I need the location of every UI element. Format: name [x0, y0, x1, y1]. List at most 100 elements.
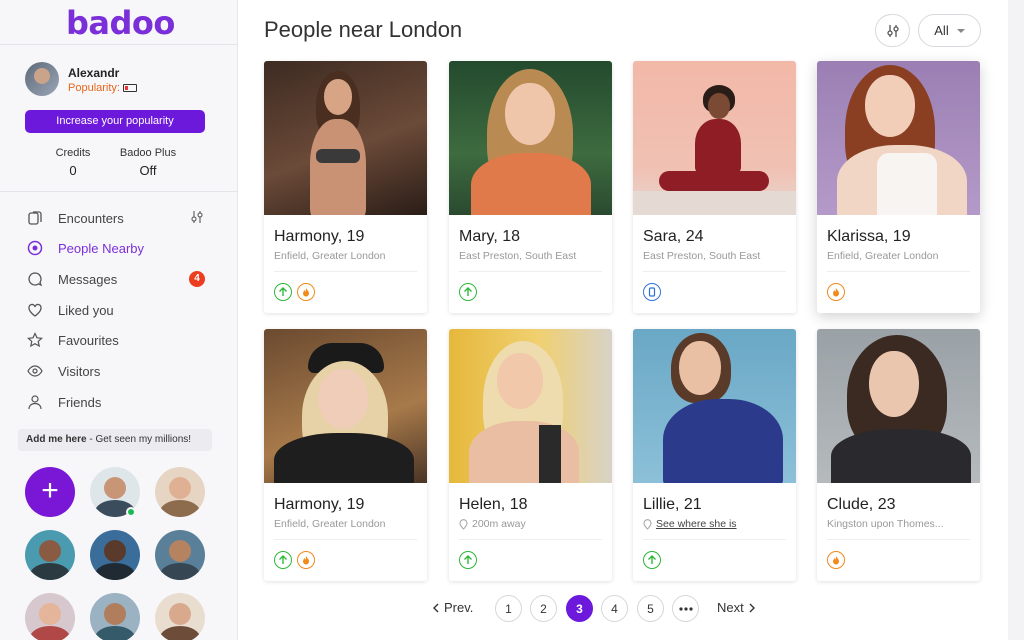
nav-encounters[interactable]: Encounters [26, 206, 211, 230]
page-2-button[interactable]: 2 [530, 595, 557, 622]
profile-photo [817, 61, 980, 215]
more-pages-button[interactable] [672, 595, 699, 622]
person-card[interactable]: Helen, 18 200m away [449, 329, 612, 581]
badoo-plus-value: Off [139, 163, 157, 178]
nav-people-nearby[interactable]: People Nearby [26, 236, 211, 260]
gender-filter-select[interactable]: All [918, 14, 981, 47]
location-pin-icon [459, 518, 468, 530]
profile-photo [817, 329, 980, 483]
person-name: Harmony, 19 [274, 228, 365, 245]
popularity-indicator[interactable]: Popularity: [68, 82, 137, 94]
encounters-icon [26, 209, 44, 227]
star-icon [26, 331, 44, 349]
flame-icon [827, 551, 845, 569]
page-3-button[interactable]: 3 [566, 595, 593, 622]
chevron-left-icon [433, 603, 439, 612]
person-name: Mary, 18 [459, 228, 521, 245]
nav-label: Visitors [58, 363, 101, 379]
sidebar: badoo Alexandr Popularity: Increase your… [0, 0, 238, 640]
profile-photo [633, 61, 796, 215]
spotlight-avatar[interactable] [90, 530, 140, 580]
spotlight-avatar[interactable] [90, 593, 140, 640]
heart-icon [26, 301, 44, 319]
spotlight-avatar[interactable] [155, 530, 205, 580]
prev-page-button[interactable]: Prev. [432, 600, 473, 615]
add-me-plus-button[interactable]: + [25, 467, 75, 517]
add-me-text: - Get seen my millions! [86, 434, 192, 445]
nav-messages[interactable]: Messages 4 [26, 267, 211, 291]
arrow-up-icon [274, 283, 292, 301]
flame-icon [297, 551, 315, 569]
spotlight-avatar[interactable] [25, 593, 75, 640]
encounters-settings-icon[interactable] [189, 209, 205, 228]
profile-photo [264, 61, 427, 215]
person-card[interactable]: Harmony, 19 Enfield, Greater London [264, 329, 427, 581]
eye-icon [26, 362, 44, 380]
person-name: Harmony, 19 [274, 496, 365, 513]
person-name: Lillie, 21 [643, 496, 702, 513]
filter-settings-button[interactable] [875, 14, 910, 47]
person-card[interactable]: Klarissa, 19 Enfield, Greater London [817, 61, 980, 313]
person-location: Kingston upon Thomes... [827, 518, 944, 530]
flame-icon [297, 283, 315, 301]
page-4-button[interactable]: 4 [601, 595, 628, 622]
credits-label: Credits [55, 147, 91, 159]
people-nearby-icon [26, 239, 44, 257]
person-location: Enfield, Greater London [274, 250, 386, 262]
person-card[interactable]: Clude, 23 Kingston upon Thomes... [817, 329, 980, 581]
sliders-icon [886, 24, 899, 37]
ellipsis-icon [678, 606, 693, 611]
nav-label: Messages [58, 271, 118, 287]
profile-photo [449, 61, 612, 215]
person-card[interactable]: Mary, 18 East Preston, South East [449, 61, 612, 313]
person-card[interactable]: Sara, 24 East Preston, South East [633, 61, 796, 313]
person-icon [26, 393, 44, 411]
nav-label: People Nearby [58, 240, 144, 256]
credits-stat[interactable]: Credits 0 [48, 147, 98, 178]
arrow-up-icon [459, 551, 477, 569]
profile-photo [633, 329, 796, 483]
person-card[interactable]: Harmony, 19 Enfield, Greater London [264, 61, 427, 313]
arrow-up-icon [459, 283, 477, 301]
nav-favourites[interactable]: Favourites [26, 328, 211, 352]
nav-friends[interactable]: Friends [26, 390, 211, 414]
nav-label: Favourites [58, 332, 119, 348]
badoo-plus-stat[interactable]: Badoo Plus Off [112, 147, 184, 178]
phone-icon [643, 283, 661, 301]
person-name: Klarissa, 19 [827, 228, 911, 245]
chevron-down-icon [956, 28, 965, 33]
spotlight-avatar[interactable] [25, 530, 75, 580]
divider [0, 44, 237, 45]
page-title: People near London [264, 17, 463, 42]
my-avatar[interactable] [25, 62, 59, 96]
person-location: East Preston, South East [459, 250, 577, 262]
increase-popularity-button[interactable]: Increase your popularity [25, 110, 205, 133]
add-me-here-banner[interactable]: Add me here - Get seen my millions! [18, 429, 212, 451]
badoo-plus-label: Badoo Plus [119, 147, 177, 159]
nav-visitors[interactable]: Visitors [26, 359, 211, 383]
person-card[interactable]: Lillie, 21 See where she is [633, 329, 796, 581]
see-where-she-is-link[interactable]: See where she is [643, 518, 788, 530]
profile-photo [264, 329, 427, 483]
person-name: Clude, 23 [827, 496, 896, 513]
nav-label: Liked you [58, 302, 114, 318]
badoo-logo[interactable]: badoo [66, 4, 175, 42]
chevron-right-icon [749, 603, 755, 612]
person-location: 200m away [459, 518, 604, 530]
page-5-button[interactable]: 5 [637, 595, 664, 622]
profile-photo [449, 329, 612, 483]
spotlight-avatar[interactable] [155, 467, 205, 517]
battery-icon [122, 84, 137, 93]
next-page-button[interactable]: Next [717, 600, 756, 615]
messages-icon [26, 270, 44, 288]
person-location: East Preston, South East [643, 250, 761, 262]
online-status-dot [126, 507, 136, 517]
page-1-button[interactable]: 1 [495, 595, 522, 622]
person-location: Enfield, Greater London [274, 518, 386, 530]
nav-liked-you[interactable]: Liked you [26, 298, 211, 322]
person-name: Sara, 24 [643, 228, 704, 245]
credits-value: 0 [69, 163, 77, 178]
spotlight-avatar[interactable] [155, 593, 205, 640]
my-name[interactable]: Alexandr [68, 66, 119, 80]
nav-label: Friends [58, 394, 102, 410]
